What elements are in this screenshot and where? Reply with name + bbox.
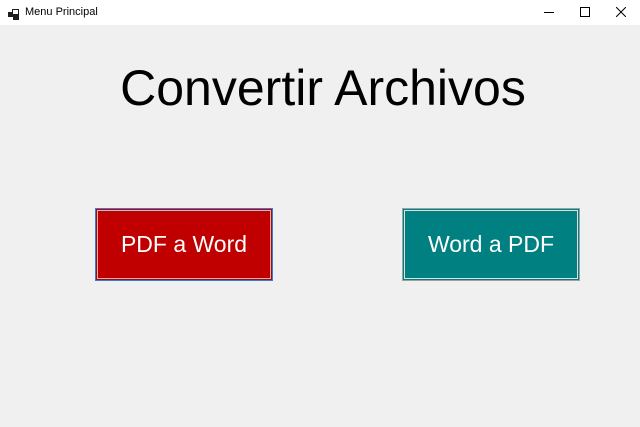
pdf-to-word-label: PDF a Word — [120, 231, 248, 257]
maximize-icon — [580, 4, 590, 22]
word-to-pdf-button[interactable]: Word a PDF — [402, 208, 580, 281]
form-client-area: Convertir Archivos PDF a Word Word a PDF — [0, 25, 640, 427]
pdf-to-word-button[interactable]: PDF a Word — [95, 208, 273, 281]
close-icon — [615, 4, 627, 22]
title-bar[interactable]: Menu Principal — [0, 0, 640, 25]
minimize-button[interactable] — [530, 0, 568, 25]
word-to-pdf-label: Word a PDF — [427, 231, 555, 257]
window-title: Menu Principal — [25, 6, 98, 18]
close-button[interactable] — [602, 0, 640, 25]
maximize-button[interactable] — [566, 0, 604, 25]
page-title: Convertir Archivos — [120, 60, 526, 116]
main-window: Menu Principal Convertir Archivos PDF a … — [0, 0, 640, 427]
minimize-icon — [544, 4, 554, 22]
app-icon[interactable] — [8, 7, 19, 20]
